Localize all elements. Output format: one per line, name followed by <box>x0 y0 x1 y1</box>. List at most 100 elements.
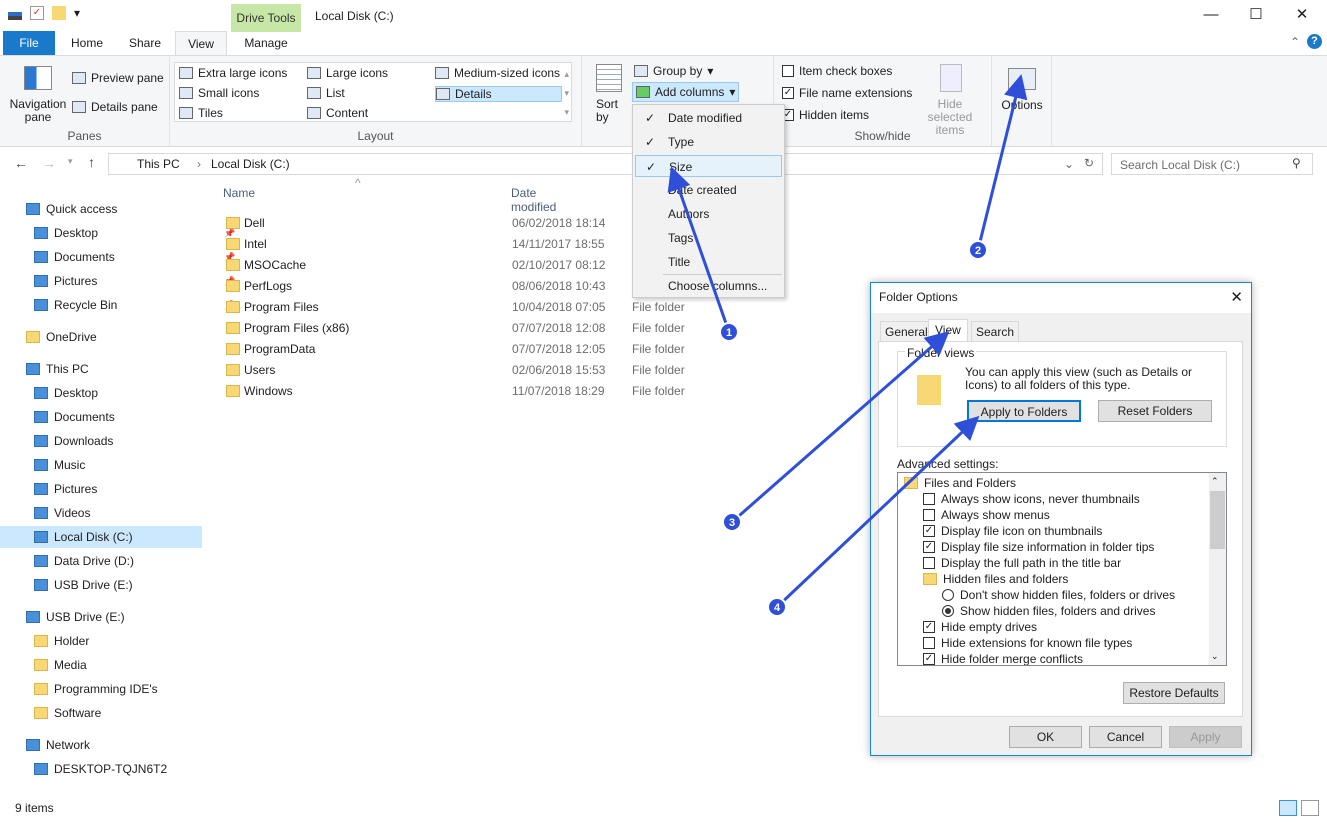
tab-view[interactable]: View <box>928 319 968 342</box>
reset-folders-button[interactable]: Reset Folders <box>1098 400 1212 422</box>
menu-item[interactable]: Date created <box>635 179 782 201</box>
layout-small-icons[interactable]: Small icons <box>179 86 259 100</box>
radio-icon[interactable] <box>942 589 954 601</box>
nav-item[interactable]: Media <box>34 654 87 676</box>
nav-item[interactable]: This PC <box>26 358 89 380</box>
tab-search[interactable]: Search <box>971 321 1020 342</box>
nav-item[interactable]: Music <box>34 454 85 476</box>
refresh-icon[interactable]: ↻ <box>1084 156 1094 170</box>
file-row[interactable]: Windows 11/07/2018 18:29 File folder <box>223 381 823 402</box>
drive-icon[interactable] <box>8 12 22 20</box>
scroll-down-icon[interactable]: ⌄ <box>1211 651 1219 662</box>
checkbox-checked-icon[interactable]: ✓ <box>923 525 935 537</box>
menu-item[interactable]: Authors <box>635 203 782 225</box>
checkbox-icon[interactable] <box>923 493 935 505</box>
nav-item[interactable]: Documents <box>34 406 115 428</box>
nav-item[interactable]: Documents 📌 <box>34 246 235 268</box>
tab-home[interactable]: Home <box>62 31 112 55</box>
scrollbar-thumb[interactable] <box>1210 491 1225 549</box>
tab-share[interactable]: Share <box>120 31 170 55</box>
nav-item[interactable]: Software <box>34 702 101 724</box>
nav-item[interactable]: OneDrive <box>26 326 97 348</box>
layout-list[interactable]: List <box>307 86 345 100</box>
advanced-setting[interactable]: Hidden files and folders <box>923 571 1068 587</box>
checkbox-icon[interactable] <box>923 557 935 569</box>
advanced-setting[interactable]: ✓ Display file icon on thumbnails <box>923 523 1102 539</box>
nav-item[interactable]: Programming IDE's <box>34 678 158 700</box>
advanced-setting[interactable]: ✓ Display file size information in folder… <box>923 539 1154 555</box>
checkbox-checked-icon[interactable]: ✓ <box>923 621 935 633</box>
checkbox-checked-icon[interactable]: ✓ <box>923 653 935 665</box>
forward-arrow-icon[interactable]: → <box>42 155 56 171</box>
properties-icon[interactable]: ✓ <box>30 6 44 20</box>
details-pane-button[interactable]: Details pane <box>72 100 158 114</box>
nav-item[interactable]: Pictures📌 <box>34 270 235 292</box>
layout-large-icons[interactable]: Large icons <box>307 66 388 80</box>
scroll-up-icon[interactable]: ⌃ <box>1211 476 1219 487</box>
advanced-setting[interactable]: Always show icons, never thumbnails <box>923 491 1140 507</box>
nav-item[interactable]: Videos <box>34 502 90 524</box>
menu-item[interactable]: Tags <box>635 227 782 249</box>
ok-button[interactable]: OK <box>1009 726 1082 748</box>
tab-general[interactable]: General <box>880 321 933 342</box>
customize-toolbar-icon[interactable]: ▾ <box>74 6 80 20</box>
tab-file[interactable]: File <box>3 31 55 55</box>
apply-button[interactable]: Apply <box>1169 726 1242 748</box>
layout-extra-large-icons[interactable]: Extra large icons <box>179 66 287 80</box>
nav-item[interactable]: Desktop 📌 <box>34 222 235 244</box>
breadcrumb-this-pc[interactable]: This PC <box>137 157 180 171</box>
navigation-pane-button[interactable]: Navigation pane <box>8 98 68 124</box>
nav-item[interactable]: Quick access <box>26 198 117 220</box>
menu-item[interactable]: ✓ Size <box>635 155 782 177</box>
nav-item[interactable]: Data Drive (D:) <box>34 550 134 572</box>
checkbox-checked-icon[interactable]: ✓ <box>923 541 935 553</box>
column-header-date-modified[interactable]: Date modified <box>511 186 556 214</box>
file-row[interactable]: Program Files 10/04/2018 07:05 File folder <box>223 297 823 318</box>
restore-defaults-button[interactable]: Restore Defaults <box>1123 682 1225 704</box>
column-header-name[interactable]: Name <box>223 186 255 200</box>
menu-item[interactable]: Title <box>635 251 782 273</box>
dialog-close-icon[interactable]: ✕ <box>1230 288 1243 306</box>
nav-item[interactable]: Pictures <box>34 478 97 500</box>
close-button[interactable]: ✕ <box>1279 4 1325 28</box>
new-folder-icon[interactable] <box>52 6 66 20</box>
collapse-ribbon-icon[interactable]: ⌃ <box>1290 35 1300 49</box>
nav-item[interactable]: DESKTOP-TQJN6T2 <box>34 758 167 780</box>
back-arrow-icon[interactable]: ← <box>14 155 28 171</box>
breadcrumb-local-disk[interactable]: Local Disk (C:) <box>211 157 290 171</box>
file-row[interactable]: ProgramData 07/07/2018 12:05 File folder <box>223 339 823 360</box>
search-input[interactable]: Search Local Disk (C:) <box>1111 153 1313 175</box>
layout-tiles[interactable]: Tiles <box>179 106 223 120</box>
advanced-setting[interactable]: Show hidden files, folders and drives <box>942 603 1155 619</box>
scrollbar[interactable]: ⌃ ⌄ <box>1209 473 1226 665</box>
file-name-extensions-checkbox[interactable]: ✓ File name extensions <box>782 86 912 100</box>
tab-manage[interactable]: Manage <box>232 31 300 55</box>
nav-item[interactable]: Network <box>26 734 90 756</box>
advanced-setting[interactable]: ✓ Hide folder merge conflicts <box>923 651 1083 665</box>
minimize-button[interactable]: — <box>1188 4 1234 28</box>
sort-by-button[interactable]: Sort by <box>596 98 626 124</box>
checkbox-icon[interactable] <box>923 509 935 521</box>
checkbox-icon[interactable] <box>923 637 935 649</box>
nav-item[interactable]: USB Drive (E:) <box>34 574 133 596</box>
advanced-setting[interactable]: Display the full path in the title bar <box>923 555 1121 571</box>
menu-item[interactable]: ✓ Date modified <box>635 107 782 129</box>
advanced-settings-list[interactable]: ⌃ ⌄ Files and Folders Always show icons, … <box>897 472 1227 666</box>
advanced-setting[interactable]: Don't show hidden files, folders or driv… <box>942 587 1175 603</box>
cancel-button[interactable]: Cancel <box>1089 726 1162 748</box>
advanced-setting[interactable]: Always show menus <box>923 507 1050 523</box>
menu-item[interactable]: ✓ Type <box>635 131 782 153</box>
advanced-setting[interactable]: Hide extensions for known file types <box>923 635 1132 651</box>
large-icons-view-icon[interactable] <box>1301 800 1319 816</box>
maximize-button[interactable]: ☐ <box>1233 4 1279 28</box>
nav-item[interactable]: Local Disk (C:) <box>0 526 202 548</box>
address-bar[interactable]: This PC › Local Disk (C:) ⌄ ↻ <box>108 153 1103 175</box>
nav-item[interactable]: Recycle Bin📌 <box>34 294 235 316</box>
address-dropdown-icon[interactable]: ⌄ <box>1064 157 1074 171</box>
gallery-scroll-icon[interactable]: ▴ ▾ ▾ <box>564 65 569 122</box>
advanced-setting[interactable]: Files and Folders <box>904 475 1016 491</box>
up-arrow-icon[interactable]: ↑ <box>88 154 95 170</box>
nav-item[interactable]: Desktop <box>34 382 98 404</box>
layout-details[interactable]: Details <box>435 86 562 102</box>
apply-to-folders-button[interactable]: Apply to Folders <box>967 400 1081 422</box>
